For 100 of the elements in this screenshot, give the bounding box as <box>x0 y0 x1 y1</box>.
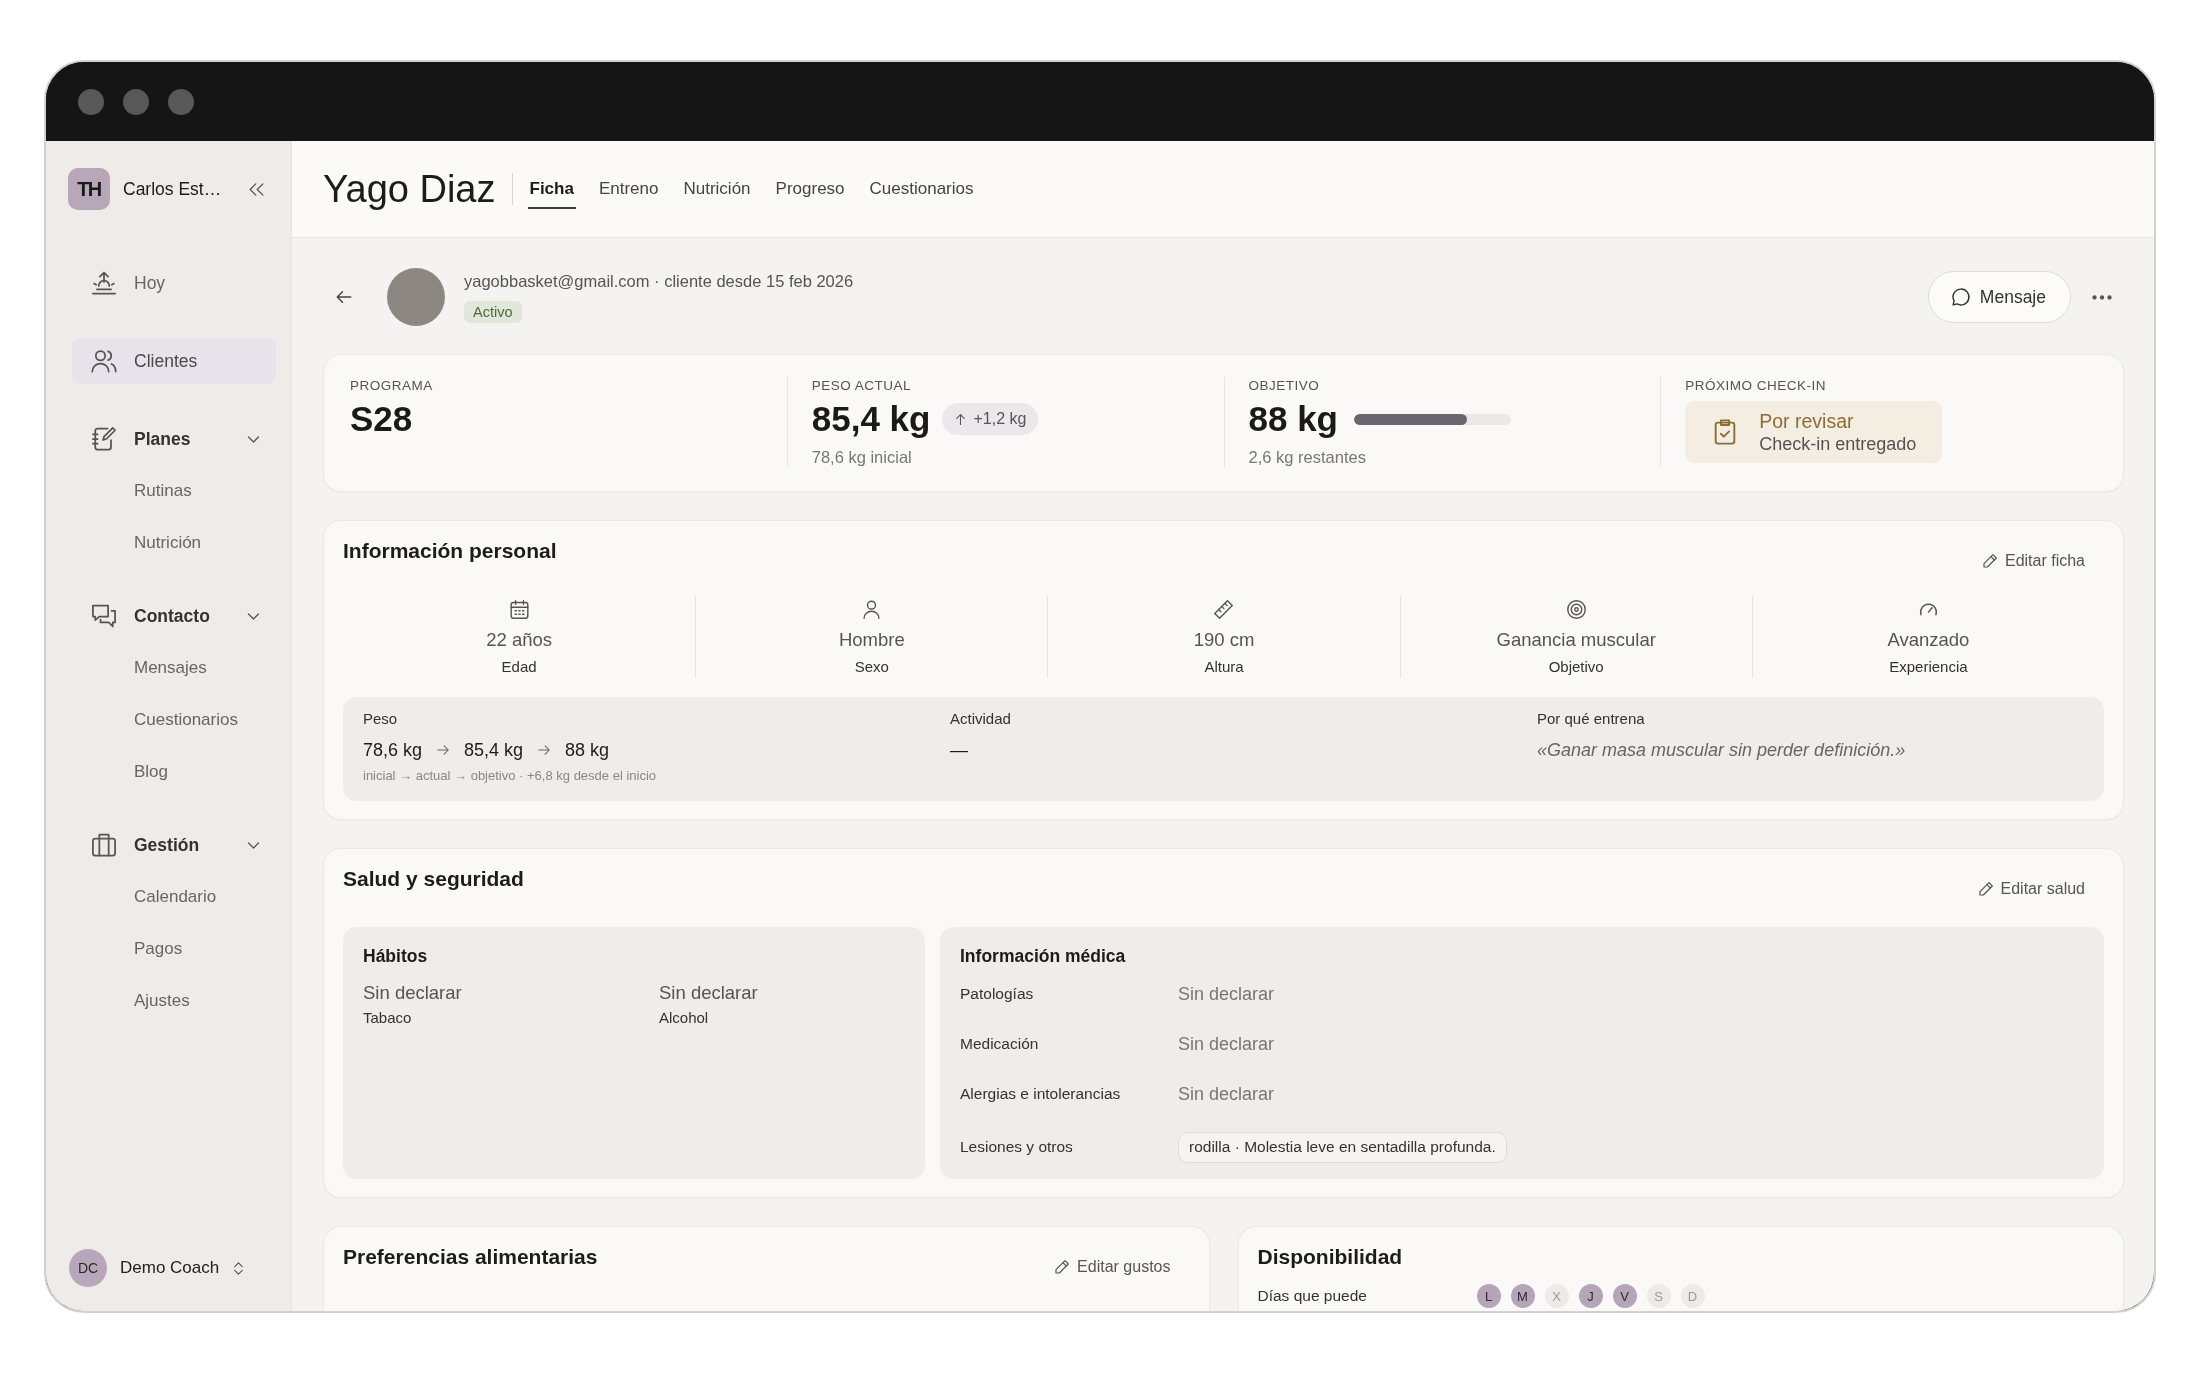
edit-button[interactable]: Editar gustos <box>1046 1250 1190 1284</box>
panel-title: Información médica <box>960 945 1127 967</box>
fact-value: 190 cm <box>1193 628 1255 652</box>
more-icon[interactable] <box>2092 294 2112 300</box>
habit-label: Tabaco <box>363 1008 413 1028</box>
fact-value: Ganancia muscular <box>1496 628 1656 652</box>
pencil-icon <box>1054 1259 1071 1275</box>
habit-value: Sin declarar <box>363 981 463 1005</box>
fact-label: Sexo <box>854 657 889 677</box>
change-value: +1,2 kg <box>973 410 1027 428</box>
contact-text: yagobbasket@gmail.com · cliente desde 15 feb 2026 <box>464 271 854 291</box>
status-detail: Check-in entregado <box>1759 432 1917 455</box>
injury-tag: rodilla · Molestia leve en sentadilla profunda. <box>1178 1131 1507 1163</box>
nav-item[interactable]: Clientes <box>72 338 276 384</box>
fact-label: Altura <box>1204 657 1244 677</box>
nav-subitem[interactable]: Cuestionarios <box>72 694 276 746</box>
nav-subitem[interactable]: Mensajes <box>72 642 276 694</box>
tab[interactable]: Progreso <box>773 169 847 209</box>
user-name: Demo Coach <box>120 1258 220 1278</box>
arrow-up-icon <box>954 412 968 426</box>
edit-button[interactable]: Editar salud <box>1969 872 2104 906</box>
chat-icon <box>90 602 118 630</box>
tab[interactable]: Cuestionarios <box>867 169 976 209</box>
window-control-icon[interactable] <box>78 88 104 115</box>
status-badge: Activo <box>464 301 522 323</box>
nav-item[interactable]: Hoy <box>72 260 276 306</box>
target-icon <box>1565 599 1587 620</box>
tab[interactable]: Entreno <box>596 169 661 209</box>
medical-label: Medicación <box>960 1035 1040 1053</box>
card-title: Disponibilidad <box>1257 1244 1404 1270</box>
days-label: Días que puede <box>1257 1287 1368 1305</box>
day-chip: X <box>1544 1284 1569 1308</box>
nav-subitem[interactable]: Pagos <box>72 923 276 975</box>
medical-label: Alergias e intolerancias <box>960 1085 1122 1103</box>
stat-note: 78,6 kg inicial <box>811 447 912 467</box>
edit-button[interactable]: Editar ficha <box>1973 544 2104 578</box>
chat-bubble-icon <box>1950 287 1971 307</box>
nav-subitem[interactable]: Nutrición <box>72 517 276 569</box>
panel-title: Hábitos <box>363 945 429 967</box>
habit-label: Alcohol <box>659 1008 710 1028</box>
detail-label: Por qué entrena <box>1537 710 1646 728</box>
fact-label: Edad <box>501 657 537 677</box>
day-chip: V <box>1612 1284 1637 1308</box>
day-chip: M <box>1510 1284 1535 1308</box>
nav-subitem[interactable]: Blog <box>72 746 276 798</box>
person-icon <box>861 599 883 620</box>
medical-value: Sin declarar <box>1178 1033 1276 1055</box>
fact-value: 22 años <box>486 628 552 652</box>
briefcase-icon <box>90 831 118 859</box>
stat-label: PROGRAMA <box>350 377 433 395</box>
weight-caption: inicial → actual → objetivo · +6,8 kg desde el inicio <box>363 768 657 784</box>
weight-value: 78,6 kg <box>363 739 423 762</box>
detail-label: Actividad <box>950 710 1012 728</box>
stat-value: S28 <box>350 399 413 439</box>
collapse-icon[interactable] <box>248 180 265 198</box>
motivation-quote: «Ganar masa muscular sin perder definición.» <box>1537 739 1906 762</box>
nav-group[interactable]: Contacto <box>72 593 276 639</box>
nav-subitem[interactable]: Ajustes <box>72 975 276 1027</box>
nav-subitem[interactable]: Calendario <box>72 871 276 923</box>
medical-value: Sin declarar <box>1178 983 1276 1005</box>
nav-group[interactable]: Planes <box>72 416 276 462</box>
day-chip: S <box>1646 1284 1671 1308</box>
day-chip: D <box>1680 1284 1705 1308</box>
sunrise-icon <box>90 269 118 297</box>
weight-value: 85,4 kg <box>464 739 524 762</box>
fact-value: Hombre <box>838 628 905 652</box>
window-control-icon[interactable] <box>168 88 194 115</box>
weight-value: 88 kg <box>565 739 610 762</box>
notebook-icon <box>90 425 118 453</box>
nav-subitem[interactable]: Rutinas <box>72 465 276 517</box>
user-avatar[interactable]: DC <box>69 1249 107 1287</box>
day-chip: J <box>1578 1284 1603 1308</box>
stat-note: 2,6 kg restantes <box>1248 447 1366 467</box>
card-title: Preferencias alimentarias <box>343 1244 598 1270</box>
message-button[interactable]: Mensaje <box>1927 271 2071 323</box>
nav-group[interactable]: Gestión <box>72 822 276 868</box>
fact-label: Experiencia <box>1889 657 1968 677</box>
workspace-logo[interactable]: TH <box>68 168 110 210</box>
workspace-name: Carlos Est… <box>123 178 222 200</box>
medical-label: Patologías <box>960 985 1035 1003</box>
tab[interactable]: Nutrición <box>681 169 753 209</box>
back-arrow-icon[interactable] <box>335 288 353 306</box>
calendar-icon <box>508 599 530 620</box>
habit-value: Sin declarar <box>659 981 759 1005</box>
tab[interactable]: Ficha <box>527 169 576 209</box>
card-title: Información personal <box>343 538 557 564</box>
medical-label: Lesiones y otros <box>960 1138 1074 1156</box>
medical-value: Sin declarar <box>1178 1083 1276 1105</box>
detail-value: — <box>950 739 968 762</box>
photo-placeholder <box>387 268 445 326</box>
stat-label: PRÓXIMO CHECK-IN <box>1685 377 1826 395</box>
detail-label: Peso <box>363 710 399 728</box>
stat-label: PESO ACTUAL <box>811 377 912 395</box>
fact-value: Avanzado <box>1887 628 1970 652</box>
card-title: Salud y seguridad <box>343 866 524 892</box>
arrow-right-icon <box>436 743 451 757</box>
page-title: Yago Diaz <box>323 167 496 212</box>
pencil-icon <box>1981 553 1998 569</box>
arrow-right-icon <box>537 743 552 757</box>
window-control-icon[interactable] <box>123 88 149 115</box>
